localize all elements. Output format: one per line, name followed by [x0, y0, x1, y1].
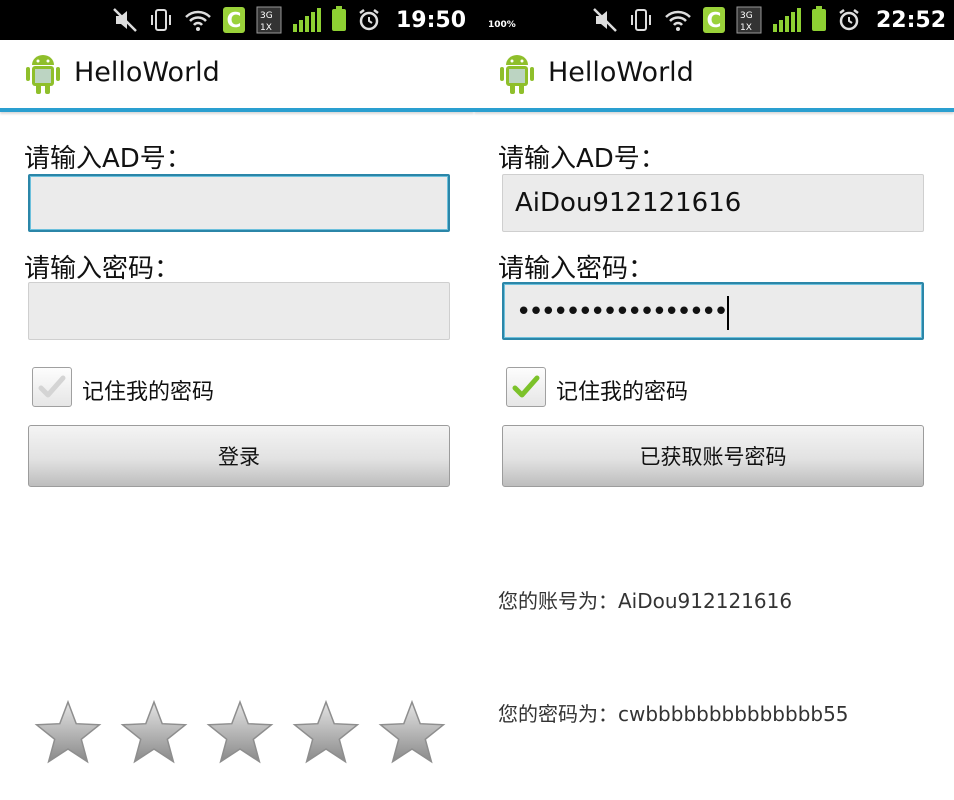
got-credentials-button[interactable]: 已获取账号密码 — [502, 425, 924, 487]
battery-icon — [811, 6, 826, 31]
ad-number-label: 请输入AD号： — [498, 144, 666, 174]
svg-text:1X: 1X — [740, 23, 752, 33]
status-time: 19:50 — [395, 7, 466, 33]
rating-star[interactable] — [206, 699, 274, 764]
checkmark-icon — [38, 375, 66, 398]
rating-star[interactable] — [34, 699, 102, 764]
password-label: 请输入密码： — [498, 254, 655, 284]
remember-password-label: 记住我的密码 — [556, 380, 689, 405]
mute-icon — [113, 8, 137, 32]
alarm-icon — [359, 9, 379, 31]
checkmark-icon — [512, 375, 540, 398]
rating-bar[interactable] — [34, 698, 454, 768]
app-title: HelloWorld — [74, 57, 220, 88]
battery-icon — [331, 6, 346, 31]
rating-star[interactable] — [292, 699, 360, 764]
wifi-icon — [185, 10, 211, 31]
ad-number-label: 请输入AD号： — [24, 144, 192, 174]
remember-password-label: 记住我的密码 — [82, 380, 215, 405]
network-3g-icon: 3G1X — [256, 6, 282, 34]
password-info-text: 您的密码为：cwbbbbbbbbbbbbbb55 — [498, 702, 849, 726]
signal-icon — [292, 8, 321, 32]
network-3g-icon: 3G1X — [736, 6, 762, 34]
c-app-icon: C — [702, 7, 725, 33]
ad-number-input[interactable]: AiDou912121616 — [502, 174, 924, 232]
vibrate-icon — [150, 9, 171, 31]
rating-star[interactable] — [378, 699, 446, 764]
title-bar: HelloWorld — [474, 40, 954, 112]
password-label: 请输入密码： — [24, 254, 181, 284]
mute-icon — [593, 8, 617, 32]
got-credentials-button-label: 已获取账号密码 — [639, 445, 787, 469]
vibrate-icon — [630, 9, 651, 31]
account-info-text: 您的账号为：AiDou912121616 — [498, 589, 793, 613]
status-time: 22:52 — [875, 7, 946, 33]
svg-text:3G: 3G — [260, 11, 273, 21]
svg-text:1X: 1X — [260, 23, 272, 33]
password-dots: ••••••••••••••••• — [516, 297, 729, 327]
right-screen: 100% C 3G 1X 22:52 HelloWorld 请输入AD号： AiD… — [474, 0, 954, 800]
left-screen: C 3G 1X 19:50 HelloWorld 请输入AD号： 请输入密码： 记… — [0, 0, 474, 800]
password-input[interactable]: ••••••••••••••••• — [502, 282, 924, 340]
signal-icon — [772, 8, 801, 32]
ad-number-input[interactable] — [28, 174, 450, 232]
login-button-label: 登录 — [218, 445, 260, 469]
login-button[interactable]: 登录 — [28, 425, 450, 487]
status-bar: 100% C 3G 1X 22:52 — [474, 0, 954, 40]
status-bar: C 3G 1X 19:50 — [0, 0, 474, 40]
app-title: HelloWorld — [548, 57, 694, 88]
battery-percent: 100% — [488, 20, 516, 30]
remember-password-checkbox[interactable] — [506, 367, 546, 407]
android-app-icon — [500, 55, 534, 94]
password-input[interactable] — [28, 282, 450, 340]
remember-password-checkbox[interactable] — [32, 367, 72, 407]
alarm-icon — [839, 9, 859, 31]
title-bar: HelloWorld — [0, 40, 474, 112]
rating-star[interactable] — [120, 699, 188, 764]
svg-text:3G: 3G — [740, 11, 753, 21]
c-app-icon: C — [222, 7, 245, 33]
wifi-icon — [665, 10, 691, 31]
text-cursor — [726, 295, 729, 330]
android-app-icon — [26, 55, 60, 94]
